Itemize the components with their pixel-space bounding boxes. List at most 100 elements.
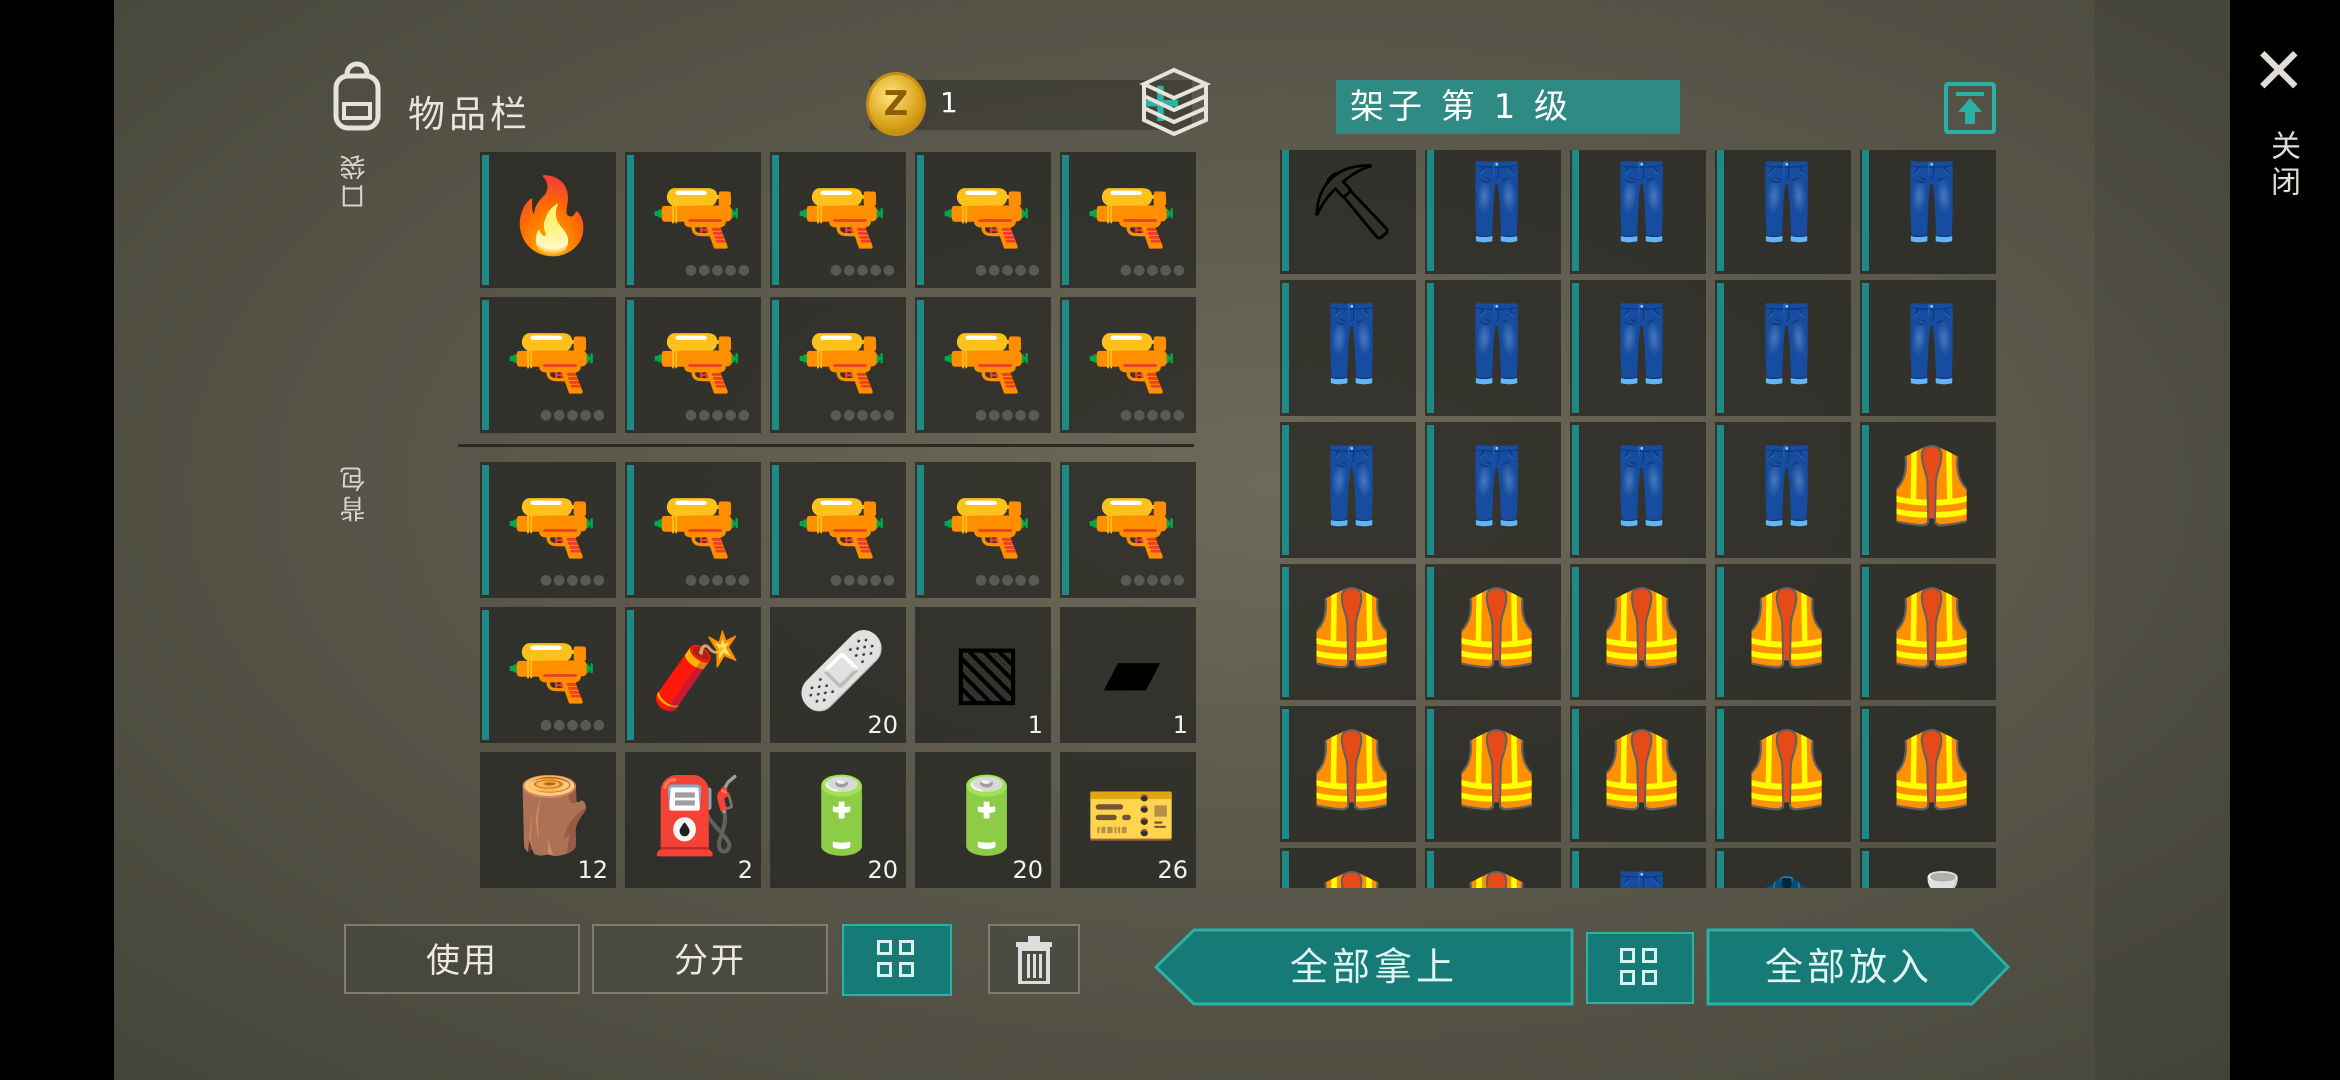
close-label[interactable]: 关闭 [2260, 130, 2304, 202]
item-slot[interactable]: 🦺 [1860, 564, 1996, 700]
durability-bar [482, 300, 489, 430]
item-slot[interactable]: 🔋 20 [770, 752, 906, 888]
item-slot[interactable]: 🔫 ●●●●● [770, 462, 906, 598]
ammo-indicator: ●●●●● [829, 407, 896, 423]
item-count: 20 [1012, 856, 1043, 884]
jacket-icon: 🧥 [1733, 858, 1841, 888]
item-slot[interactable]: 🦺 [1570, 564, 1706, 700]
item-slot[interactable]: 🧥 [1715, 848, 1851, 888]
item-slot[interactable]: ▰ 1 [1060, 607, 1196, 743]
pistol-icon: 🔫 [940, 173, 1034, 259]
item-slot[interactable]: 🔫 ●●●●● [1060, 152, 1196, 288]
police-vest-icon: 🦺 [1305, 727, 1399, 813]
durability-bar [1717, 425, 1724, 555]
item-slot[interactable]: 👖 [1570, 848, 1706, 888]
durability-bar [1572, 567, 1579, 697]
item-slot[interactable]: 🔫 ●●●●● [480, 297, 616, 433]
item-slot[interactable]: 🔫 ●●●●● [915, 152, 1051, 288]
item-slot[interactable]: ▧ 1 [915, 607, 1051, 743]
sort-inventory-button[interactable] [842, 924, 952, 996]
item-slot[interactable]: 🩹 20 [770, 607, 906, 743]
pistol-icon: 🔫 [505, 318, 599, 404]
sort-shelf-button[interactable] [1586, 932, 1694, 1004]
item-slot[interactable]: 🦺 [1280, 706, 1416, 842]
inventory-title: 物品栏 [408, 93, 531, 136]
item-slot[interactable]: 🦺 [1280, 848, 1416, 888]
item-slot[interactable]: 🔋 20 [915, 752, 1051, 888]
item-slot[interactable]: 🔫 ●●●●● [625, 462, 761, 598]
item-slot[interactable]: 🔫 ●●●●● [915, 462, 1051, 598]
item-slot[interactable]: 👖 [1570, 150, 1706, 274]
item-slot[interactable]: 🍶 [1860, 848, 1996, 888]
item-slot[interactable]: 👖 [1425, 150, 1561, 274]
pants-icon: 👖 [1305, 443, 1399, 529]
item-slot[interactable]: 🔥 [480, 152, 616, 288]
item-slot[interactable]: 🦺 [1280, 564, 1416, 700]
ammo-indicator: ●●●●● [974, 572, 1041, 588]
item-slot[interactable]: 👖 [1425, 280, 1561, 416]
item-slot[interactable]: 🧨 [625, 607, 761, 743]
item-slot[interactable]: 🔫 ●●●●● [770, 152, 906, 288]
item-slot[interactable]: 🦺 [1860, 706, 1996, 842]
item-slot[interactable]: 🦺 [1570, 706, 1706, 842]
item-slot[interactable]: 🦺 [1715, 564, 1851, 700]
ammo-indicator: ●●●●● [539, 717, 606, 733]
police-vest-icon: 🦺 [1595, 727, 1689, 813]
durability-bar [1427, 283, 1434, 413]
pistol-icon: 🔫 [795, 173, 889, 259]
pistol-icon: 🔫 [940, 318, 1034, 404]
use-button[interactable]: 使用 [344, 924, 580, 994]
durability-bar [627, 155, 634, 285]
item-slot[interactable]: 👖 [1280, 280, 1416, 416]
item-slot[interactable]: 🔫 ●●●●● [625, 152, 761, 288]
item-slot[interactable]: 🔫 ●●●●● [480, 462, 616, 598]
durability-bar [1862, 150, 1869, 271]
pocket-label: 口袋 [340, 150, 370, 210]
shelf-grid[interactable]: ⛏ 👖 👖 👖 👖 👖 👖 👖 👖 👖 👖 👖 👖 👖 🦺 🦺 🦺 🦺 🦺 🦺 🦺 🦺 🦺 🦺 🦺 🦺 🦺 👖 🧥 🍶 [1280, 150, 1998, 888]
item-slot[interactable]: 👖 [1280, 422, 1416, 558]
item-slot[interactable]: 🦺 [1425, 706, 1561, 842]
gas-canister-icon: ⛽ [650, 773, 744, 859]
item-slot[interactable]: 👖 [1570, 422, 1706, 558]
item-slot[interactable]: 👖 [1715, 150, 1851, 274]
item-slot[interactable]: 🦺 [1860, 422, 1996, 558]
pants-icon: 👖 [1740, 301, 1834, 387]
item-slot[interactable]: 👖 [1860, 280, 1996, 416]
item-slot[interactable]: 🔫 ●●●●● [770, 297, 906, 433]
upload-button[interactable] [1944, 82, 1996, 134]
durability-bar [1572, 851, 1579, 888]
item-slot[interactable]: 👖 [1715, 422, 1851, 558]
close-icon[interactable]: ✕ [2252, 40, 2306, 104]
delete-button[interactable] [988, 924, 1080, 994]
durability-bar [1572, 425, 1579, 555]
item-slot[interactable]: 👖 [1425, 422, 1561, 558]
police-vest-icon: 🦺 [1885, 443, 1979, 529]
item-slot[interactable]: 🎫 26 [1060, 752, 1196, 888]
pistol-icon: 🔫 [505, 483, 599, 569]
item-count: 1 [1172, 711, 1188, 739]
durability-bar [1862, 709, 1869, 839]
durability-bar [772, 300, 779, 430]
durability-bar [1427, 567, 1434, 697]
item-count: 2 [737, 856, 753, 884]
item-slot[interactable]: 🦺 [1425, 564, 1561, 700]
ammo-indicator: ●●●●● [684, 572, 751, 588]
item-slot[interactable]: 👖 [1860, 150, 1996, 274]
item-slot[interactable]: 🔫 ●●●●● [915, 297, 1051, 433]
item-slot[interactable]: 🦺 [1715, 706, 1851, 842]
pants-icon: 👖 [1885, 159, 1979, 245]
item-slot[interactable]: 👖 [1715, 280, 1851, 416]
item-slot[interactable]: ⛏ [1280, 150, 1416, 274]
pistol-icon: 🔫 [650, 318, 744, 404]
pistol-icon: 🔫 [505, 628, 599, 714]
item-slot[interactable]: 🔫 ●●●●● [625, 297, 761, 433]
item-slot[interactable]: 🔫 ●●●●● [1060, 297, 1196, 433]
pistol-icon: 🔫 [795, 318, 889, 404]
item-slot[interactable]: 🔫 ●●●●● [480, 607, 616, 743]
item-slot[interactable]: 🪵 12 [480, 752, 616, 888]
item-slot[interactable]: ⛽ 2 [625, 752, 761, 888]
item-slot[interactable]: 👖 [1570, 280, 1706, 416]
split-button[interactable]: 分开 [592, 924, 828, 994]
item-slot[interactable]: 🔫 ●●●●● [1060, 462, 1196, 598]
item-slot[interactable]: 🦺 [1425, 848, 1561, 888]
